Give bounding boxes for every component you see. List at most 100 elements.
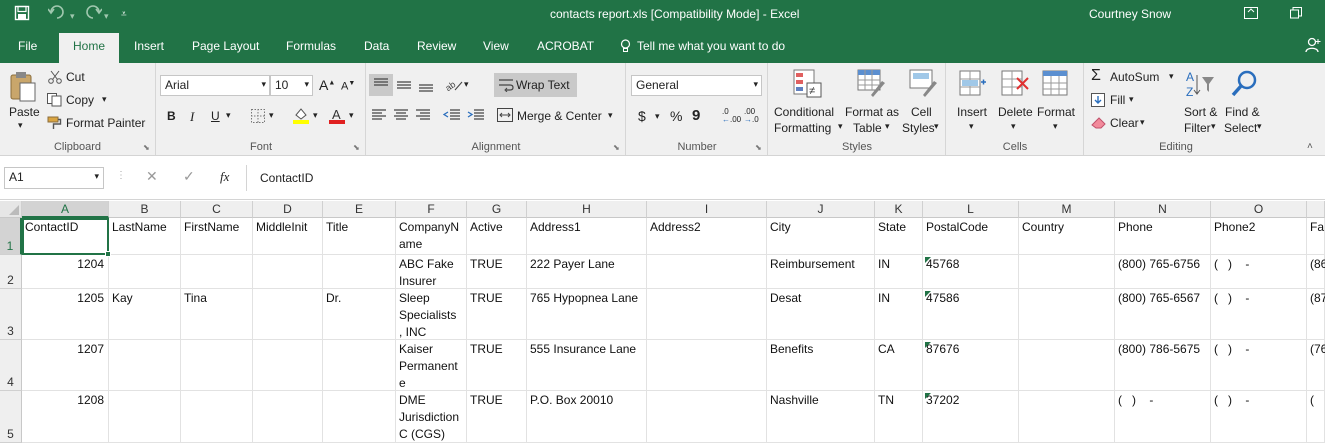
decrease-indent-icon[interactable] xyxy=(442,107,461,126)
column-header[interactable]: L xyxy=(923,201,1019,218)
bold-button[interactable]: B xyxy=(167,109,176,123)
clear-button[interactable]: Clear xyxy=(1110,116,1139,130)
column-header[interactable]: F xyxy=(396,201,467,218)
cell[interactable]: 765 Hypopnea Lane xyxy=(530,290,646,339)
column-header[interactable]: D xyxy=(253,201,323,218)
copy-dropdown-icon[interactable]: ▾ xyxy=(102,94,107,105)
cell[interactable]: Phone xyxy=(1118,219,1210,254)
cell[interactable]: TRUE xyxy=(470,290,526,339)
align-right-icon[interactable] xyxy=(415,107,431,126)
sort-filter-dropdown-icon[interactable]: ▾ xyxy=(1211,121,1216,132)
cell[interactable]: Desat xyxy=(770,290,874,339)
undo-dropdown-icon[interactable]: ▾ xyxy=(70,11,75,22)
decrease-decimal-button[interactable]: .00 →.0 xyxy=(744,108,759,124)
cell[interactable] xyxy=(256,341,322,390)
delete-cells-button[interactable]: Delete xyxy=(998,105,1033,119)
fill-dropdown-icon[interactable]: ▾ xyxy=(1129,94,1134,105)
cell[interactable]: (800) 765-6756 xyxy=(1118,256,1210,288)
column-header[interactable]: E xyxy=(323,201,396,218)
paste-dropdown-icon[interactable]: ▾ xyxy=(18,120,23,131)
cell[interactable]: FirstName xyxy=(184,219,252,254)
cell[interactable] xyxy=(184,341,252,390)
tab-insert[interactable]: Insert xyxy=(134,39,164,53)
cell[interactable]: DME Jurisdiction C (CGS) xyxy=(399,392,466,442)
cell[interactable]: CompanyN ame xyxy=(399,219,466,254)
orientation-icon[interactable]: ab xyxy=(443,74,465,99)
cell[interactable]: Kaiser Permanent e xyxy=(399,341,466,390)
cell[interactable]: 222 Payer Lane xyxy=(530,256,646,288)
user-name[interactable]: Courtney Snow xyxy=(1089,7,1171,21)
cell[interactable]: Fa xyxy=(1310,219,1325,254)
tab-acrobat[interactable]: ACROBAT xyxy=(537,39,594,53)
font-launcher-icon[interactable]: ⬊ xyxy=(353,143,360,152)
cell[interactable]: TN xyxy=(878,392,922,442)
column-header[interactable]: G xyxy=(467,201,527,218)
column-header[interactable]: K xyxy=(875,201,923,218)
save-icon[interactable] xyxy=(14,5,30,24)
format-as-table-label1[interactable]: Format as xyxy=(845,105,899,119)
cell[interactable]: City xyxy=(770,219,874,254)
cell[interactable]: 1204 xyxy=(25,256,104,288)
row-header[interactable]: 4 xyxy=(0,340,22,391)
column-header[interactable]: O xyxy=(1211,201,1307,218)
middle-align-icon[interactable] xyxy=(393,74,415,99)
cell-styles-dropdown-icon[interactable]: ▾ xyxy=(934,121,939,132)
tab-home[interactable]: Home xyxy=(59,33,120,63)
conditional-formatting-dropdown-icon[interactable]: ▾ xyxy=(838,121,843,132)
copy-button[interactable]: Copy xyxy=(66,93,94,107)
column-header[interactable]: B xyxy=(109,201,181,218)
autosum-dropdown-icon[interactable]: ▾ xyxy=(1169,71,1174,82)
row-header[interactable]: 1 xyxy=(0,218,22,255)
cell[interactable]: Country xyxy=(1022,219,1114,254)
increase-indent-icon[interactable] xyxy=(467,107,485,126)
sort-filter-label1[interactable]: Sort & xyxy=(1184,105,1217,119)
cell[interactable]: MiddleInit xyxy=(256,219,322,254)
align-left-icon[interactable] xyxy=(371,107,387,126)
cell[interactable]: Dr. xyxy=(326,290,395,339)
cell[interactable]: (800) 786-5675 xyxy=(1118,341,1210,390)
cell[interactable] xyxy=(1022,256,1114,288)
customize-qat-icon[interactable]: ⩡ xyxy=(121,9,127,20)
find-select-label1[interactable]: Find & xyxy=(1225,105,1260,119)
insert-cells-button[interactable]: Insert xyxy=(957,105,987,119)
format-cells-button[interactable]: Format xyxy=(1037,105,1075,119)
delete-dropdown-icon[interactable]: ▾ xyxy=(1011,121,1016,132)
share-person-icon[interactable] xyxy=(1305,37,1321,56)
column-header[interactable]: H xyxy=(527,201,647,218)
cancel-entry-icon[interactable]: ✕ xyxy=(146,168,158,185)
column-header[interactable]: C xyxy=(181,201,253,218)
cell[interactable]: P.O. Box 20010 xyxy=(530,392,646,442)
number-launcher-icon[interactable]: ⬊ xyxy=(755,143,762,152)
conditional-formatting-label2[interactable]: Formatting xyxy=(774,121,831,135)
align-center-icon[interactable] xyxy=(393,107,409,126)
cell[interactable]: ( xyxy=(1310,392,1325,442)
cell[interactable]: Address1 xyxy=(530,219,646,254)
cell[interactable]: IN xyxy=(878,256,922,288)
cell[interactable]: 1207 xyxy=(25,341,104,390)
fill-color-dropdown-icon[interactable]: ▾ xyxy=(313,110,318,121)
font-color-icon[interactable]: A xyxy=(329,107,345,127)
underline-button[interactable]: U xyxy=(211,109,220,123)
cell[interactable] xyxy=(326,256,395,288)
cell[interactable]: Kay xyxy=(112,290,180,339)
name-box[interactable]: A1 ▾ xyxy=(4,167,104,189)
cell[interactable] xyxy=(650,392,766,442)
cell[interactable]: Phone2 xyxy=(1214,219,1306,254)
cell[interactable]: Sleep Specialists , INC xyxy=(399,290,466,339)
merge-dropdown-icon[interactable]: ▾ xyxy=(608,110,613,121)
format-painter-button[interactable]: Format Painter xyxy=(66,116,145,130)
cell[interactable] xyxy=(650,256,766,288)
cell[interactable] xyxy=(1022,290,1114,339)
find-select-label2[interactable]: Select xyxy=(1224,121,1257,135)
cell[interactable]: TRUE xyxy=(470,256,526,288)
autosum-button[interactable]: AutoSum xyxy=(1110,70,1159,84)
conditional-formatting-label1[interactable]: Conditional xyxy=(774,105,834,119)
format-as-table-label2[interactable]: Table xyxy=(853,121,882,135)
select-all-corner[interactable] xyxy=(0,201,22,218)
cell[interactable]: IN xyxy=(878,290,922,339)
orientation-dropdown-icon[interactable]: ▾ xyxy=(464,79,469,90)
cell[interactable]: LastName xyxy=(112,219,180,254)
cell[interactable]: ( ) - xyxy=(1214,392,1306,442)
top-align-icon[interactable] xyxy=(369,74,393,96)
worksheet-grid[interactable]: ABCDEFGHIJKLMNO 12345 ContactID LastName F… xyxy=(0,201,1325,443)
